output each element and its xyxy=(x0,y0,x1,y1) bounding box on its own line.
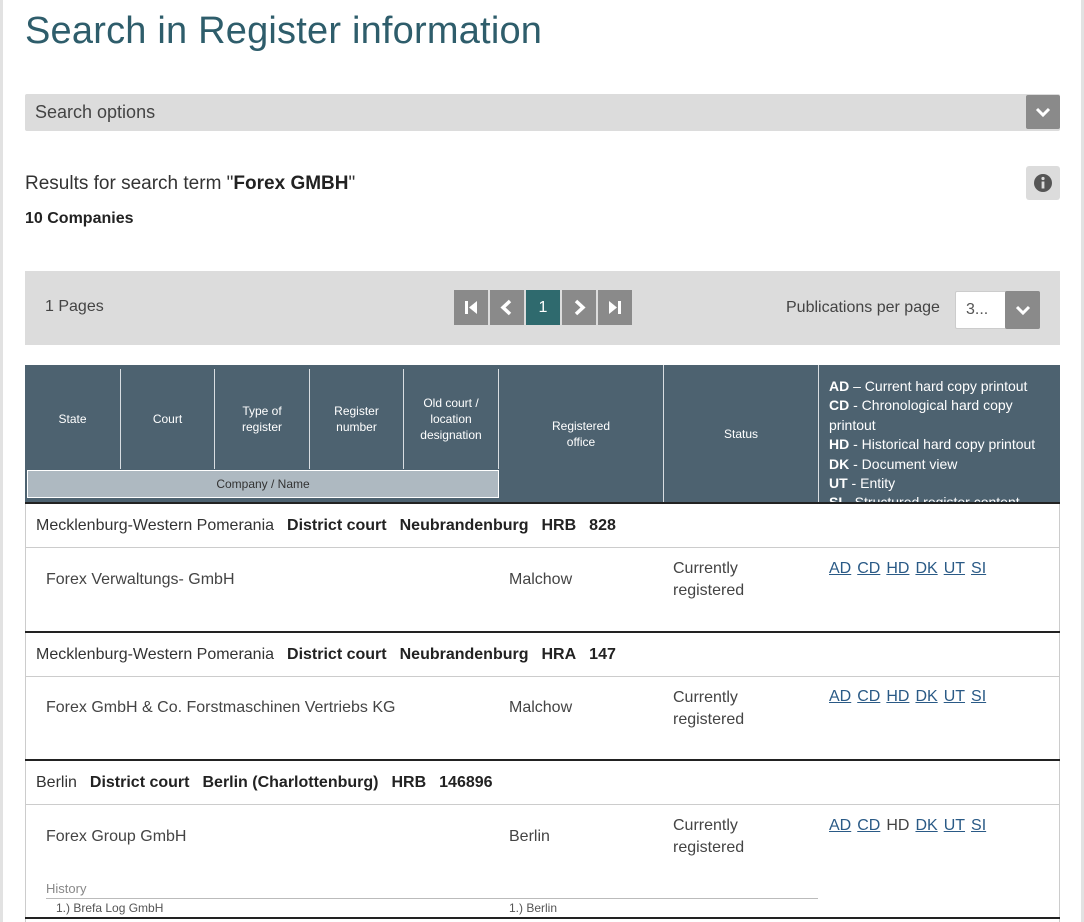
company-name: Forex Verwaltungs- GmbH xyxy=(46,571,235,588)
link-dk[interactable]: DK xyxy=(915,560,937,577)
history-label: History xyxy=(46,881,87,896)
pagination-controls: 1 xyxy=(454,290,632,325)
registered-office: Malchow xyxy=(509,699,573,716)
last-page-icon xyxy=(609,301,621,314)
header-status[interactable]: Status xyxy=(664,365,819,503)
group-court-label: District court xyxy=(287,645,387,663)
header-company-name[interactable]: Company / Name xyxy=(27,470,499,498)
link-hd[interactable]: HD xyxy=(886,560,909,577)
group-state: Mecklenburg-Western Pomerania xyxy=(36,645,275,663)
link-cd[interactable]: CD xyxy=(857,560,880,577)
link-cd[interactable]: CD xyxy=(857,817,880,834)
group-court: Neubrandenburg xyxy=(399,645,529,663)
group-state: Berlin xyxy=(36,773,77,791)
link-si[interactable]: SI xyxy=(971,560,986,577)
history-divider xyxy=(46,898,818,899)
last-page-button[interactable] xyxy=(598,290,632,325)
group-register-type: HRB xyxy=(391,773,427,791)
document-legend: AD – Current hard copy printout CD - Chr… xyxy=(829,377,1060,513)
link-ad[interactable]: AD xyxy=(829,560,851,577)
group-header: Mecklenburg-Western Pomerania District c… xyxy=(26,633,1059,677)
group-register-number: 828 xyxy=(589,516,616,534)
registered-office: Berlin xyxy=(509,828,550,845)
link-ut[interactable]: UT xyxy=(944,688,965,705)
per-page-value: 3... xyxy=(966,301,989,318)
link-hd[interactable]: HD xyxy=(886,688,909,705)
legend-item: AD – Current hard copy printout xyxy=(829,378,1028,394)
page-frame-left xyxy=(0,0,3,922)
chevron-down-icon[interactable] xyxy=(1005,291,1040,329)
link-ad[interactable]: AD xyxy=(829,817,851,834)
header-register-number[interactable]: Register number xyxy=(310,369,404,469)
company-name: Forex GmbH & Co. Forstmaschinen Vertrieb… xyxy=(46,699,396,716)
group-court: Neubrandenburg xyxy=(399,516,529,534)
first-page-icon xyxy=(465,301,477,314)
legend-item: HD - Historical hard copy printout xyxy=(829,436,1036,453)
company-status: Currently registered xyxy=(673,817,745,856)
document-links: AD CD HD DK UT SI xyxy=(829,560,992,578)
company-name: Forex Group GmbH xyxy=(46,828,187,845)
group-register-type: HRB xyxy=(541,516,577,534)
header-court[interactable]: Court xyxy=(121,369,215,469)
search-options-label: Search options xyxy=(35,102,156,122)
chevron-left-icon xyxy=(500,299,512,316)
link-si[interactable]: SI xyxy=(971,817,986,834)
registered-office: Malchow xyxy=(509,571,573,588)
group-separator xyxy=(25,917,1060,919)
group-header: Berlin District court Berlin (Charlotten… xyxy=(26,761,1059,805)
results-heading: Results for search term "Forex GMBH" xyxy=(25,173,355,195)
link-hd: HD xyxy=(886,817,910,834)
link-dk[interactable]: DK xyxy=(915,688,937,705)
group-court-label: District court xyxy=(287,516,387,534)
document-links: AD CD HD DK UT SI xyxy=(829,688,992,706)
info-icon xyxy=(1034,174,1052,192)
header-old-court[interactable]: Old court / location designation xyxy=(404,369,499,469)
company-status: Currently registered xyxy=(673,560,745,599)
first-page-button[interactable] xyxy=(454,290,488,325)
results-prefix: Results for search term " xyxy=(25,173,234,194)
link-dk[interactable]: DK xyxy=(915,817,937,834)
next-page-button[interactable] xyxy=(562,290,596,325)
history-company-name: 1.) Brefa Log GmbH xyxy=(56,901,164,915)
header-registered-office[interactable]: Registered office xyxy=(499,365,664,503)
link-ut[interactable]: UT xyxy=(944,817,965,834)
pagination-bar: 1 Pages 1 Publications per page 3... xyxy=(25,271,1060,345)
prev-page-button[interactable] xyxy=(490,290,524,325)
link-cd[interactable]: CD xyxy=(857,688,880,705)
chevron-right-icon xyxy=(574,299,586,316)
company-status: Currently registered xyxy=(673,689,745,728)
pages-count: 1 Pages xyxy=(45,298,104,315)
group-court-label: District court xyxy=(89,773,190,791)
header-type-of-register[interactable]: Type of register xyxy=(215,369,310,469)
search-options-panel[interactable]: Search options xyxy=(25,94,1060,131)
link-si[interactable]: SI xyxy=(971,688,986,705)
group-court: Berlin (Charlottenburg) xyxy=(202,773,379,791)
current-page-button[interactable]: 1 xyxy=(526,290,560,325)
chevron-down-icon[interactable] xyxy=(1026,95,1060,129)
document-links: AD CD HD DK UT SI xyxy=(829,817,992,835)
results-count: 10 Companies xyxy=(25,210,134,227)
per-page-select[interactable]: 3... xyxy=(955,291,1040,329)
group-register-number: 146896 xyxy=(439,773,493,791)
link-ut[interactable]: UT xyxy=(944,560,965,577)
link-ad[interactable]: AD xyxy=(829,688,851,705)
group-state: Mecklenburg-Western Pomerania xyxy=(36,516,275,534)
table-header: State Court Type of register Register nu… xyxy=(25,365,1060,510)
page-title: Search in Register information xyxy=(25,10,543,52)
group-header: Mecklenburg-Western Pomerania District c… xyxy=(26,504,1059,548)
per-page-label: Publications per page xyxy=(786,299,940,316)
header-state[interactable]: State xyxy=(25,369,121,469)
legend-item: UT - Entity xyxy=(829,475,896,492)
legend-item: DK - Document view xyxy=(829,455,958,472)
history-office: 1.) Berlin xyxy=(509,901,558,915)
group-register-number: 147 xyxy=(589,645,616,663)
group-register-type: HRA xyxy=(541,645,577,663)
results-suffix: " xyxy=(348,173,356,194)
info-button[interactable] xyxy=(1026,166,1060,200)
search-term: Forex GMBH xyxy=(233,173,349,194)
legend-item: CD - Chronological hard copy printout xyxy=(829,397,1013,433)
